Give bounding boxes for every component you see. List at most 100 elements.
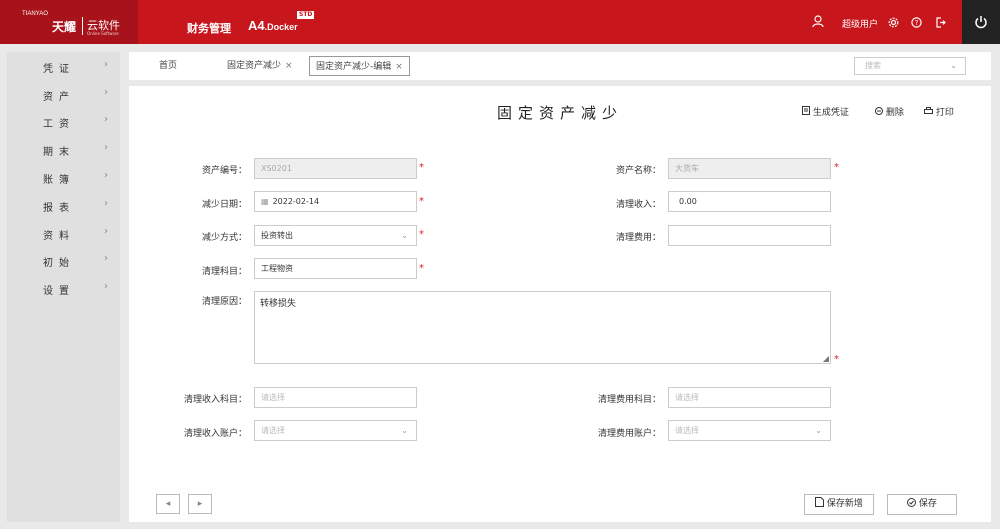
logo-divider [82,17,83,35]
sidebar-item-label: 账簿 [43,175,75,186]
logo-tiny-text: Online Software [87,31,119,36]
product-module: 财务管理 [187,22,231,35]
document-icon [802,106,810,115]
chevron-right-icon: › [104,281,108,292]
sidebar-item-voucher[interactable]: 凭证 › [7,56,120,76]
tab-asset-reduce-edit[interactable]: 固定资产减少-编辑 × [309,56,410,76]
asset-name-field: 大货车 [668,158,831,179]
sidebar-item-label: 初始 [43,258,75,269]
document-add-icon [815,497,825,507]
delete-button[interactable]: 删除 [875,105,904,118]
power-icon[interactable] [962,0,1000,44]
chevron-down-icon: ⌄ [401,426,408,435]
minus-circle-icon [875,107,883,115]
user-icon[interactable] [812,15,824,31]
clear-reason-textarea[interactable]: 转移损失 ◢ [254,291,831,364]
reduce-date-value: 2022-02-14 [272,197,320,206]
clear-income-label: 清理收入： [615,200,661,210]
clear-fee-label: 清理费用： [615,233,661,243]
clear-subject-field[interactable]: 工程物资 [254,258,417,279]
fee-account-placeholder: 请选择 [675,426,699,435]
settings-icon[interactable] [888,17,899,31]
required-mark: * [834,354,839,365]
sidebar-item-salary[interactable]: 工资 › [7,111,120,131]
sidebar-item-label: 工资 [43,119,75,130]
income-account-placeholder: 请选择 [261,426,285,435]
sidebar-item-init[interactable]: 初始 › [7,250,120,270]
sidebar-item-label: 凭证 [43,64,75,75]
sidebar-item-label: 资料 [43,231,75,242]
clear-fee-field[interactable] [668,225,831,246]
search-placeholder: 搜索 [865,61,881,70]
product-name-main: A4 [248,18,265,33]
chevron-right-icon: › [104,253,108,264]
fee-subject-label: 清理费用科目： [597,395,661,405]
chevron-down-icon: ⌄ [401,231,408,240]
print-button[interactable]: 打印 [924,105,954,118]
print-label: 打印 [935,108,954,118]
search-select[interactable]: 搜索 ⌄ [854,57,966,75]
next-record-button[interactable]: ▸ [188,494,212,514]
clear-income-field[interactable]: 0.00 [668,191,831,212]
prev-record-button[interactable]: ◂ [156,494,180,514]
resize-handle-icon[interactable]: ◢ [823,354,829,363]
generate-voucher-button[interactable]: 生成凭证 [802,105,849,118]
save-new-button[interactable]: 保存新增 [804,494,874,515]
sidebar-item-label: 设置 [43,286,75,297]
income-subject-label: 清理收入科目： [183,395,247,405]
required-mark: * [419,162,424,173]
check-circle-icon [907,498,917,507]
svg-text:?: ? [915,19,919,27]
sidebar-item-period-end[interactable]: 期末 › [7,139,120,159]
help-icon[interactable]: ? [911,17,922,31]
sidebar-item-settings[interactable]: 设置 › [7,278,120,298]
sidebar-item-label: 报表 [43,203,75,214]
logo-main-text: 天耀 [52,20,77,34]
fee-subject-field[interactable]: 请选择 [668,387,831,408]
income-account-select[interactable]: 请选择 ⌄ [254,420,417,441]
sidebar-item-data[interactable]: 资料 › [7,223,120,243]
sidebar-item-assets[interactable]: 资产 › [7,84,120,104]
reduce-date-label: 减少日期： [201,200,247,210]
asset-name-label: 资产名称： [615,166,661,176]
delete-label: 删除 [885,108,904,118]
sidebar-item-reports[interactable]: 报表 › [7,195,120,215]
sidebar-item-label: 资产 [43,92,75,103]
chevron-right-icon: › [104,170,108,181]
reduce-mode-label: 减少方式： [201,233,247,243]
save-button[interactable]: 保存 [887,494,957,515]
edition-badge: STD [297,11,315,19]
reduce-date-field[interactable]: ▦ 2022-02-14 [254,191,417,212]
generate-voucher-label: 生成凭证 [812,108,849,118]
logout-icon[interactable] [935,17,946,31]
tab-home[interactable]: 首页 [159,56,177,76]
asset-no-label: 资产编号： [201,166,247,176]
chevron-right-icon: › [104,87,108,98]
chevron-right-icon: › [104,59,108,70]
income-subject-field[interactable]: 请选择 [254,387,417,408]
current-user-name[interactable]: 超级用户 [842,17,878,30]
asset-no-field: XS0201 [254,158,417,179]
required-mark: * [419,196,424,207]
logo-small-text: TIANYAO [22,11,48,17]
sidebar: 凭证 › 资产 › 工资 › 期末 › 账簿 › 报表 › 资料 › 初始 › … [7,52,120,522]
printer-icon [924,107,933,114]
save-label: 保存 [918,499,937,509]
chevron-right-icon: › [104,198,108,209]
chevron-right-icon: › [104,142,108,153]
main-panel: 固定资产减少 生成凭证 删除 打印 资产编号： XS0201 * 资产名称： 大… [129,86,991,522]
tabs-bar: 首页 固定资产减少 × 固定资产减少-编辑 × 搜索 ⌄ [129,52,991,80]
clear-reason-value: 转移损失 [260,299,297,309]
save-new-label: 保存新增 [826,499,863,509]
clear-reason-label: 清理原因： [201,297,247,307]
close-icon[interactable]: × [285,61,293,71]
reduce-mode-select[interactable]: 投资转出 ⌄ [254,225,417,246]
close-icon[interactable]: × [395,62,403,72]
tab-asset-reduce[interactable]: 固定资产减少 × [227,56,293,76]
chevron-right-icon: › [104,226,108,237]
page-title: 固定资产减少 [496,104,623,122]
sidebar-item-ledger[interactable]: 账簿 › [7,167,120,187]
clear-subject-label: 清理科目： [201,267,247,277]
required-mark: * [419,263,424,274]
fee-account-select[interactable]: 请选择 ⌄ [668,420,831,441]
